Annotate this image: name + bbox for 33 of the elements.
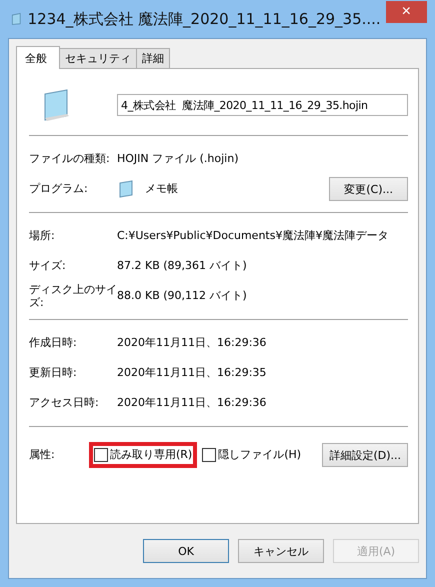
property-value: 2020年11月11日、16:29:35	[117, 366, 266, 380]
file-name-field[interactable]: 4_株式会社 魔法陣_2020_11_11_16_29_35.hojin	[117, 94, 408, 116]
property-label: サイズ:	[29, 259, 67, 273]
property-value: C:¥Users¥Public¥Documents¥魔法陣¥魔法陣データ	[117, 229, 388, 243]
close-button[interactable]: ×	[386, 1, 427, 23]
property-value: メモ帳	[145, 182, 179, 196]
checkbox-label[interactable]: 隠しファイル(H)	[218, 448, 302, 462]
property-label: 更新日時:	[29, 366, 78, 380]
property-label: アクセス日時:	[29, 396, 100, 410]
tab[interactable]: 全般	[16, 46, 60, 69]
change-button[interactable]: 変更(C)...	[329, 177, 408, 201]
property-label: 属性:	[29, 448, 56, 462]
property-label: ディスク上のサイズ:	[29, 282, 117, 310]
tab[interactable]: 詳細	[136, 48, 170, 68]
dialog-button[interactable]: キャンセル	[238, 539, 324, 563]
property-label: 場所:	[29, 229, 56, 243]
dialog-button[interactable]: OK	[143, 539, 229, 563]
window-title: 1234_株式会社 魔法陣_2020_11_11_16_29_35....	[28, 10, 381, 28]
property-value: 2020年11月11日、16:29:36	[117, 336, 266, 350]
property-value: 88.0 KB (90,112 バイト)	[117, 289, 247, 303]
property-value: 2020年11月11日、16:29:36	[117, 396, 266, 410]
property-value: HOJIN ファイル (.hojin)	[117, 152, 239, 166]
property-label: プログラム:	[29, 182, 89, 196]
tab[interactable]: セキュリティ	[59, 48, 137, 68]
notepad-icon	[117, 180, 135, 198]
property-label: ファイルの種類:	[29, 152, 111, 166]
notepad-icon	[10, 11, 23, 27]
property-value: 87.2 KB (89,361 バイト)	[117, 259, 247, 273]
checkbox-label[interactable]: 読み取り専用(R)	[110, 448, 192, 462]
checkbox[interactable]	[94, 448, 108, 462]
advanced-button[interactable]: 詳細設定(D)...	[322, 443, 408, 467]
checkbox[interactable]	[202, 448, 216, 462]
property-label: 作成日時:	[29, 336, 78, 350]
